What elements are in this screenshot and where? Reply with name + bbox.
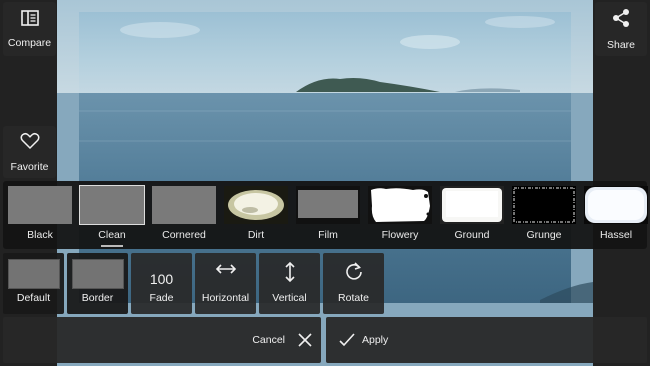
- heart-icon: [20, 132, 40, 155]
- thumbnail: [512, 186, 576, 224]
- border-option-label: Hassel: [599, 229, 633, 241]
- rotate-icon: [323, 261, 384, 281]
- border-option-label: Flowery: [381, 229, 419, 241]
- border-option-clean[interactable]: Clean: [77, 181, 147, 249]
- share-label: Share: [606, 38, 636, 51]
- default-swatch: [8, 259, 60, 289]
- apply-button[interactable]: Apply: [326, 317, 647, 363]
- compare-label: Compare: [7, 36, 52, 49]
- fade-value: 100: [149, 271, 174, 287]
- rotate-button[interactable]: Rotate: [323, 253, 384, 314]
- border-option-dirt[interactable]: Dirt: [221, 181, 291, 249]
- border-option-film[interactable]: Film: [293, 181, 363, 249]
- favorite-label: Favorite: [10, 160, 49, 173]
- thumbnail: [152, 186, 216, 224]
- share-icon: [611, 8, 631, 33]
- horizontal-label: Horizontal: [201, 292, 250, 304]
- cancel-button[interactable]: Cancel: [3, 317, 321, 363]
- flip-horizontal-button[interactable]: Horizontal: [195, 253, 256, 314]
- border-option-hassel[interactable]: Hassel: [581, 181, 650, 249]
- check-icon: [338, 332, 356, 348]
- border-color-option[interactable]: Border: [67, 253, 128, 314]
- cancel-label: Cancel: [252, 334, 285, 346]
- border-option-label: Cornered: [162, 229, 206, 241]
- border-option-label: Clean: [98, 229, 126, 241]
- border-option-grunge[interactable]: Grunge: [509, 181, 579, 249]
- thumbnail: [8, 186, 72, 224]
- border-option-black[interactable]: Black: [5, 181, 75, 249]
- share-button[interactable]: Share: [595, 2, 647, 56]
- close-icon: [297, 332, 313, 348]
- border-option-label: Dirt: [247, 229, 265, 241]
- border-style-strip: Black Clean Cornered Dirt Film Flowery G…: [3, 181, 650, 249]
- flip-vertical-button[interactable]: Vertical: [259, 253, 320, 314]
- border-option-label: Film: [318, 229, 338, 241]
- thumbnail: [440, 186, 504, 224]
- apply-label: Apply: [362, 334, 389, 346]
- vertical-arrows-icon: [259, 261, 320, 283]
- border-option-label: Black: [27, 229, 53, 241]
- rotate-label: Rotate: [338, 292, 369, 304]
- border-label: Border: [81, 292, 114, 304]
- border-option-ground[interactable]: Ground: [437, 181, 507, 249]
- compare-button[interactable]: Compare: [3, 2, 56, 56]
- favorite-button[interactable]: Favorite: [3, 126, 56, 178]
- horizontal-arrows-icon: [195, 261, 256, 277]
- thumbnail: [296, 186, 360, 224]
- border-swatch: [72, 259, 124, 289]
- fade-control[interactable]: 100 Fade: [131, 253, 192, 314]
- default-label: Default: [16, 292, 51, 304]
- border-option-label: Ground: [454, 229, 490, 241]
- border-option-label: Grunge: [526, 229, 562, 241]
- fade-label: Fade: [149, 292, 174, 304]
- thumbnail: [79, 185, 145, 225]
- border-option-cornered[interactable]: Cornered: [149, 181, 219, 249]
- default-color-option[interactable]: Default: [3, 253, 64, 314]
- compare-icon: [20, 9, 39, 31]
- selected-indicator: [101, 245, 123, 247]
- border-option-flowery[interactable]: Flowery: [365, 181, 435, 249]
- thumbnail: [224, 186, 288, 224]
- thumbnail: [584, 186, 648, 224]
- vertical-label: Vertical: [272, 292, 307, 304]
- thumbnail: [368, 186, 432, 224]
